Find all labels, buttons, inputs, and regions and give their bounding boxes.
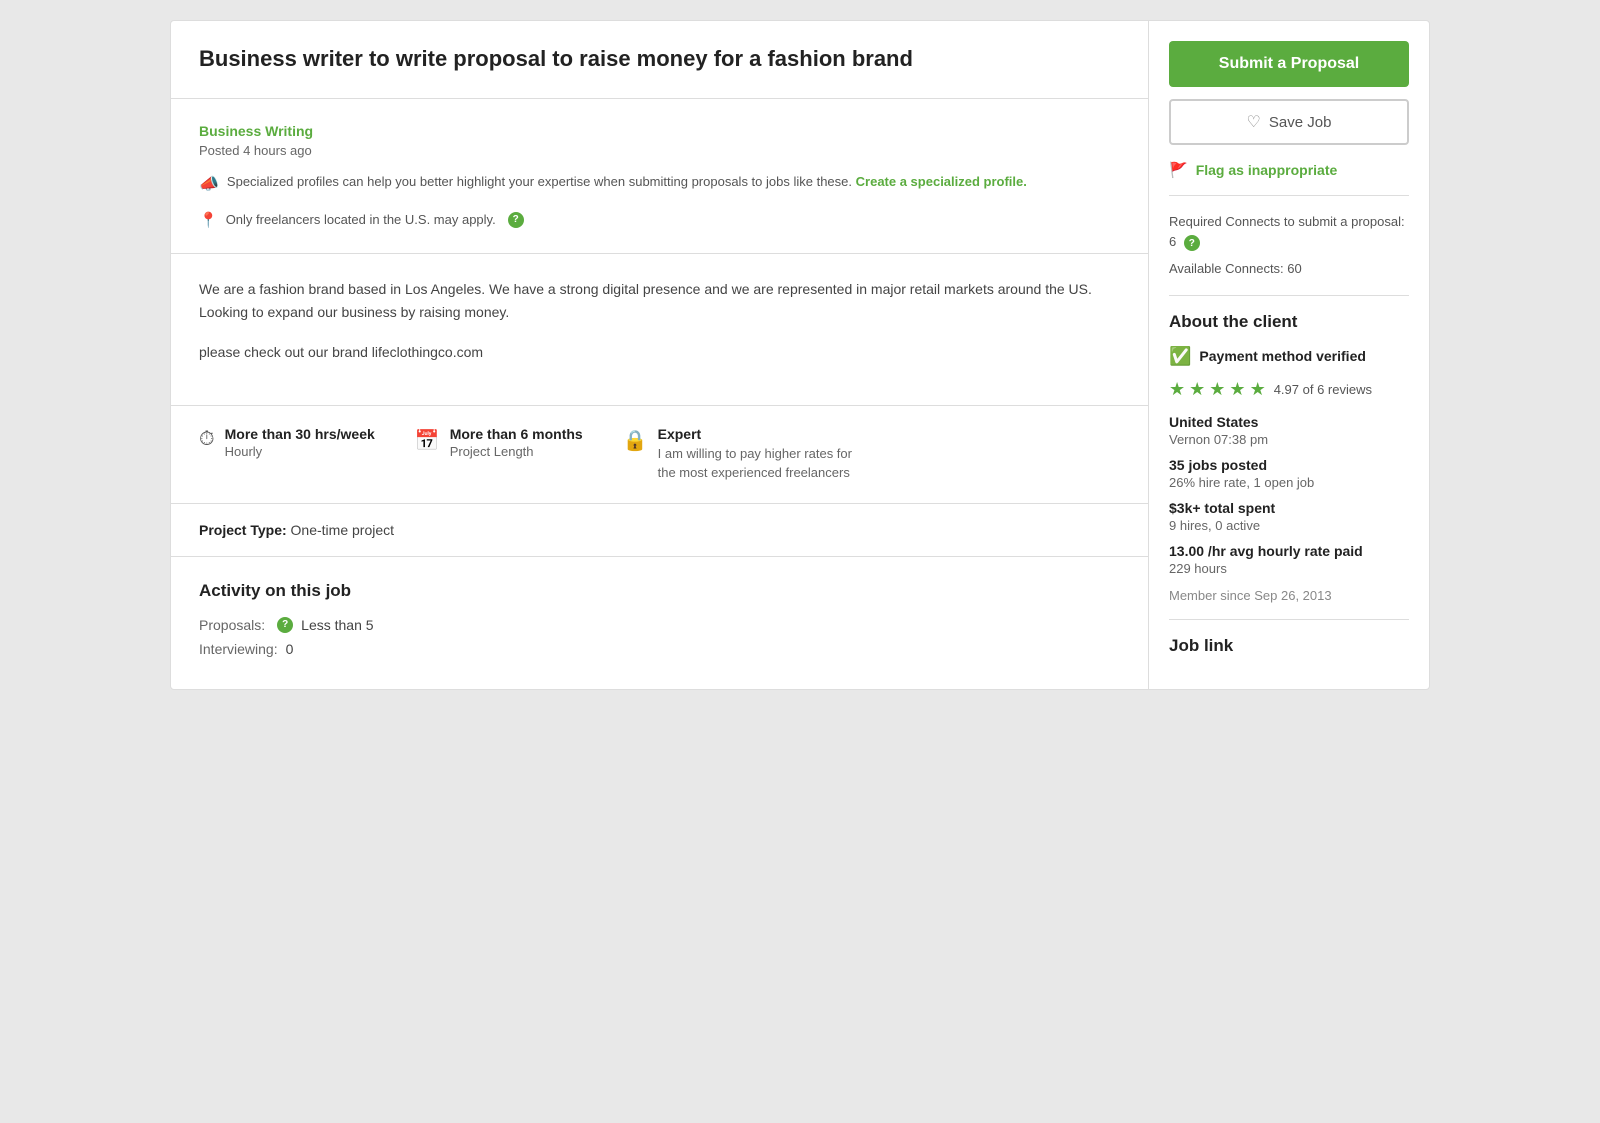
proposals-row: Proposals: ? Less than 5	[199, 617, 1120, 633]
star-2-icon: ★	[1189, 379, 1205, 400]
hours-sub: Hourly	[225, 444, 375, 459]
interviewing-label: Interviewing:	[199, 641, 278, 657]
duration-sub: Project Length	[450, 444, 583, 459]
about-client-title: About the client	[1169, 312, 1409, 332]
notice-text: Specialized profiles can help you better…	[227, 172, 1027, 192]
save-job-button[interactable]: ♡ Save Job	[1169, 99, 1409, 145]
rating-text: 4.97 of 6 reviews	[1274, 382, 1372, 397]
star-5-icon: ★	[1250, 379, 1266, 400]
star-3-icon: ★	[1209, 379, 1225, 400]
star-1-icon: ★	[1169, 379, 1185, 400]
available-connects: Available Connects: 60	[1169, 259, 1409, 279]
hours-detail: ⏱ More than 30 hrs/week Hourly	[199, 426, 375, 459]
experience-desc: I am willing to pay higher rates for the…	[658, 444, 858, 483]
details-row: ⏱ More than 30 hrs/week Hourly 📅 More th…	[171, 406, 1148, 504]
client-location: United States Vernon 07:38 pm	[1169, 414, 1409, 447]
location-notice: 📍 Only freelancers located in the U.S. m…	[199, 211, 1120, 229]
member-since: Member since Sep 26, 2013	[1169, 588, 1409, 603]
sidebar: Submit a Proposal ♡ Save Job 🚩 Flag as i…	[1149, 21, 1429, 676]
location-help-icon[interactable]: ?	[508, 212, 524, 228]
flag-icon: 🚩	[1169, 161, 1188, 179]
expert-icon: 🔒	[623, 428, 648, 453]
client-avg-hourly: 13.00 /hr avg hourly rate paid 229 hours	[1169, 543, 1409, 576]
star-4-icon: ★	[1229, 379, 1245, 400]
interviewing-row: Interviewing: 0	[199, 641, 1120, 657]
meta-section: Business Writing Posted 4 hours ago 📣 Sp…	[171, 99, 1148, 254]
stars-row: ★ ★ ★ ★ ★ 4.97 of 6 reviews	[1169, 379, 1409, 400]
proposals-value: Less than 5	[301, 617, 373, 633]
project-type-value: One-time project	[291, 522, 394, 538]
duration-label: More than 6 months	[450, 426, 583, 442]
proposals-help-icon[interactable]: ?	[277, 617, 293, 633]
category-link[interactable]: Business Writing	[199, 123, 313, 139]
sidebar-divider-1	[1169, 195, 1409, 196]
title-section: Business writer to write proposal to rai…	[171, 21, 1148, 99]
required-connects: Required Connects to submit a proposal: …	[1169, 212, 1409, 251]
job-title: Business writer to write proposal to rai…	[199, 45, 1120, 74]
sidebar-divider-2	[1169, 295, 1409, 296]
activity-section: Activity on this job Proposals: ? Less t…	[171, 557, 1148, 689]
client-total-spent: $3k+ total spent 9 hires, 0 active	[1169, 500, 1409, 533]
proposals-label: Proposals:	[199, 617, 265, 633]
experience-detail: 🔒 Expert I am willing to pay higher rate…	[623, 426, 858, 483]
clock-icon: ⏱	[199, 428, 215, 451]
activity-title: Activity on this job	[199, 581, 1120, 601]
project-type-label: Project Type:	[199, 522, 287, 538]
notice-box: 📣 Specialized profiles can help you bett…	[199, 172, 1120, 197]
description-paragraph2: please check out our brand lifeclothingc…	[199, 341, 1120, 365]
flag-as-inappropriate-link[interactable]: 🚩 Flag as inappropriate	[1169, 161, 1409, 179]
create-profile-link[interactable]: Create a specialized profile.	[856, 174, 1027, 189]
posted-time: Posted 4 hours ago	[199, 143, 1120, 158]
duration-detail: 📅 More than 6 months Project Length	[415, 426, 583, 459]
submit-proposal-button[interactable]: Submit a Proposal	[1169, 41, 1409, 87]
location-icon: 📍	[199, 211, 218, 229]
megaphone-icon: 📣	[199, 173, 219, 197]
payment-verified: ✅ Payment method verified	[1169, 346, 1409, 367]
interviewing-value: 0	[286, 641, 294, 657]
calendar-icon: 📅	[415, 428, 440, 453]
heart-icon: ♡	[1247, 112, 1261, 132]
client-jobs-posted: 35 jobs posted 26% hire rate, 1 open job	[1169, 457, 1409, 490]
connects-help-icon[interactable]: ?	[1184, 235, 1200, 251]
job-link-title: Job link	[1169, 619, 1409, 656]
description-paragraph1: We are a fashion brand based in Los Ange…	[199, 278, 1120, 326]
experience-label: Expert	[658, 426, 858, 442]
verified-checkmark-icon: ✅	[1169, 346, 1191, 367]
project-type-section: Project Type: One-time project	[171, 504, 1148, 557]
hours-label: More than 30 hrs/week	[225, 426, 375, 442]
description-section: We are a fashion brand based in Los Ange…	[171, 254, 1148, 406]
